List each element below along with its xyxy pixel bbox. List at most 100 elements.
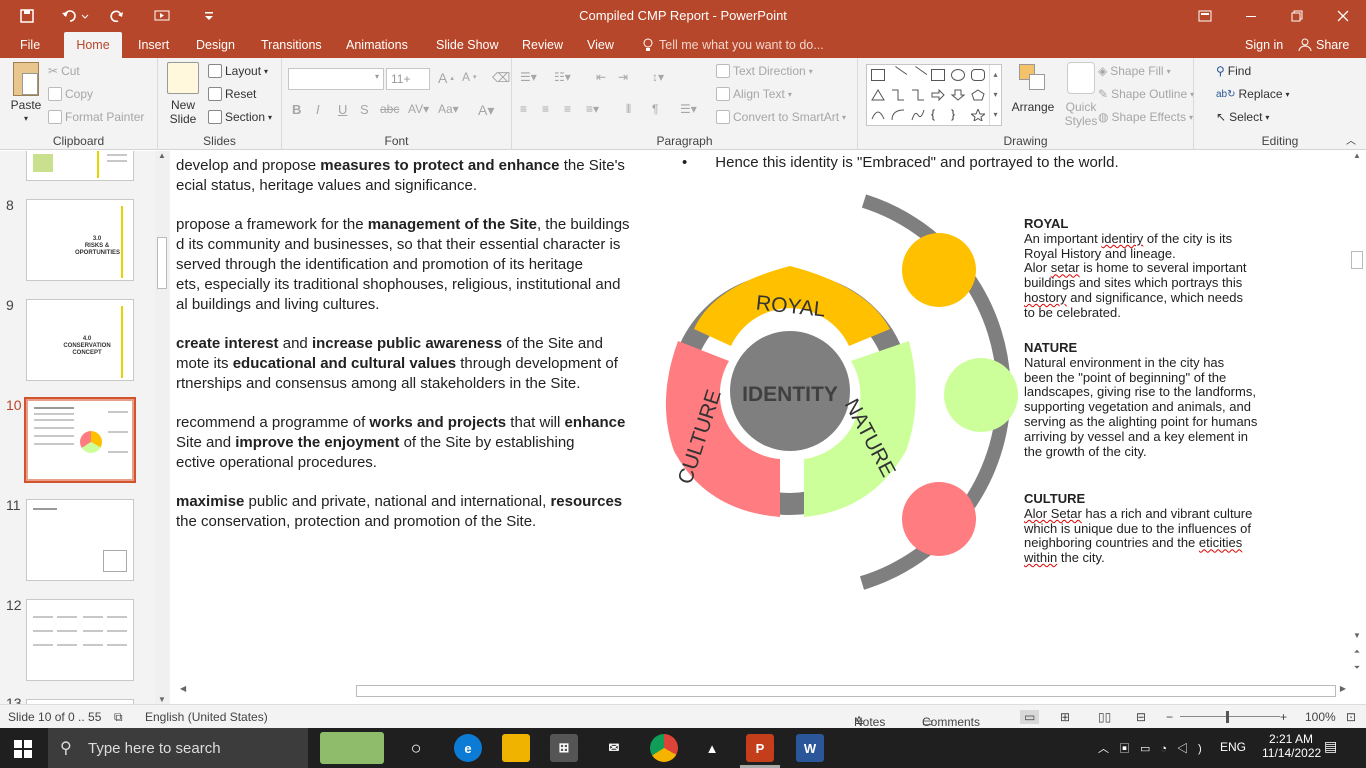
oval-shape-icon[interactable] bbox=[951, 69, 965, 81]
slide-thumbnail-9[interactable]: 4.0 CONSERVATION CONCEPT bbox=[26, 299, 134, 381]
zoom-slider-thumb[interactable] bbox=[1226, 711, 1229, 723]
tell-me-box[interactable]: Tell me what you want to do... bbox=[642, 32, 824, 58]
rtl-icon[interactable]: ¶ bbox=[652, 102, 658, 116]
input-language[interactable]: ENG bbox=[1220, 740, 1246, 754]
share-button[interactable]: Share bbox=[1298, 32, 1349, 58]
replace-button[interactable]: ab↻ Replace ▾ bbox=[1216, 87, 1290, 101]
clear-formatting-icon[interactable]: ⌫ bbox=[492, 70, 510, 86]
elbow-arrow-icon[interactable] bbox=[911, 89, 925, 101]
shape-outline-button[interactable]: ✎ Shape Outline ▾ bbox=[1098, 87, 1194, 101]
clock[interactable]: 2:21 AM 11/14/2022 bbox=[1262, 732, 1321, 760]
arrow-shape-icon[interactable] bbox=[908, 66, 928, 84]
slide-horizontal-scrollbar[interactable]: ◀ ▶ bbox=[176, 684, 1348, 698]
font-color-icon[interactable]: A▾ bbox=[478, 102, 494, 119]
thumbnail-scrollbar[interactable]: ▲ ▼ bbox=[155, 151, 169, 704]
increase-font-icon[interactable]: A ▴ bbox=[438, 70, 454, 86]
scroll-thumb[interactable] bbox=[356, 685, 1336, 697]
strikethrough-icon[interactable]: abc bbox=[380, 102, 399, 116]
next-slide-icon[interactable]: ⏷ bbox=[1350, 663, 1364, 673]
format-painter-button[interactable]: Format Painter bbox=[48, 110, 144, 124]
arrange-button[interactable]: Arrange bbox=[1010, 62, 1056, 114]
spell-check-icon[interactable]: ⧉ bbox=[114, 710, 123, 725]
shape-effects-button[interactable]: ◍ Shape Effects ▾ bbox=[1098, 110, 1193, 124]
triangle-shape-icon[interactable] bbox=[871, 89, 885, 101]
rounded-rectangle-shape-icon[interactable] bbox=[971, 69, 985, 81]
scroll-right-icon[interactable]: ▶ bbox=[1340, 684, 1346, 693]
italic-icon[interactable]: I bbox=[316, 102, 320, 117]
tab-view[interactable]: View bbox=[577, 32, 624, 58]
textbox-shape-icon[interactable] bbox=[871, 69, 885, 81]
brace-right-icon[interactable]: } bbox=[951, 108, 965, 121]
star-shape-icon[interactable] bbox=[969, 107, 987, 123]
columns-dropdown-icon[interactable]: ☰▾ bbox=[680, 102, 697, 116]
line-shape-icon[interactable] bbox=[888, 66, 908, 84]
font-name-box[interactable]: ▾ bbox=[288, 68, 384, 90]
slide-thumbnail-12[interactable] bbox=[26, 599, 134, 681]
photos-icon[interactable]: ▲ bbox=[698, 734, 726, 762]
align-right-icon[interactable]: ≡ bbox=[564, 102, 571, 116]
underline-icon[interactable]: U bbox=[338, 102, 347, 117]
scroll-down-icon[interactable]: ▼ bbox=[1350, 631, 1364, 640]
convert-smartart-button[interactable]: Convert to SmartArt ▾ bbox=[716, 110, 846, 124]
objectives-textbox[interactable]: develop and propose measures to protect … bbox=[176, 156, 656, 551]
decrease-font-icon[interactable]: A ▾ bbox=[462, 70, 477, 84]
select-button[interactable]: ↖ Select ▾ bbox=[1216, 110, 1269, 124]
system-tray-icons[interactable]: ︿▣▭◔◁) bbox=[1098, 740, 1212, 756]
line-spacing-icon[interactable]: ↕▾ bbox=[652, 70, 664, 84]
bullets-icon[interactable]: ☰▾ bbox=[520, 70, 537, 84]
new-slide-button[interactable]: New Slide bbox=[164, 62, 202, 126]
language-status[interactable]: English (United States) bbox=[145, 710, 268, 724]
taskbar-search[interactable]: ⚲ Type here to search bbox=[48, 728, 384, 768]
restore-button[interactable] bbox=[1274, 0, 1320, 32]
change-case-icon[interactable]: Aa▾ bbox=[438, 102, 459, 116]
edge-icon[interactable]: e bbox=[454, 734, 482, 762]
slide-canvas[interactable]: develop and propose measures to protect … bbox=[176, 151, 1337, 684]
mail-icon[interactable]: ✉ bbox=[600, 734, 628, 762]
sign-in-link[interactable]: Sign in bbox=[1245, 32, 1283, 58]
previous-slide-icon[interactable]: ⏶ bbox=[1350, 647, 1364, 657]
increase-indent-icon[interactable]: ⇥ bbox=[618, 70, 628, 84]
identity-diagram[interactable]: IDENTITY ROYAL NATURE CULTURE bbox=[656, 191, 1026, 601]
ribbon-display-options-icon[interactable] bbox=[1182, 0, 1228, 32]
reading-view-icon[interactable]: ▯▯ bbox=[1098, 710, 1111, 724]
text-direction-button[interactable]: Text Direction ▾ bbox=[716, 64, 813, 78]
curve-shape-icon[interactable] bbox=[871, 109, 885, 121]
scroll-up-icon[interactable]: ▲ bbox=[1350, 151, 1364, 160]
tab-insert[interactable]: Insert bbox=[128, 32, 179, 58]
right-arrow-shape-icon[interactable] bbox=[931, 88, 945, 102]
down-arrow-shape-icon[interactable] bbox=[950, 89, 966, 101]
numbering-icon[interactable]: ☷▾ bbox=[554, 70, 571, 84]
align-left-icon[interactable]: ≡ bbox=[520, 102, 527, 116]
tab-review[interactable]: Review bbox=[512, 32, 573, 58]
zoom-level[interactable]: 100% bbox=[1305, 710, 1336, 724]
layout-button[interactable]: Layout ▾ bbox=[208, 64, 268, 78]
scroll-up-icon[interactable]: ▲ bbox=[155, 151, 169, 160]
justify-icon[interactable]: ≡▾ bbox=[586, 102, 599, 116]
file-explorer-icon[interactable] bbox=[502, 734, 530, 762]
tab-file[interactable]: File bbox=[10, 32, 50, 58]
section-button[interactable]: Section ▾ bbox=[208, 110, 272, 124]
tab-animations[interactable]: Animations bbox=[336, 32, 418, 58]
scroll-thumb[interactable] bbox=[157, 237, 167, 289]
elbow-connector-icon[interactable] bbox=[891, 89, 905, 101]
tab-slide-show[interactable]: Slide Show bbox=[426, 32, 509, 58]
columns-icon[interactable]: ⫴ bbox=[626, 102, 631, 117]
word-icon[interactable]: W bbox=[796, 734, 824, 762]
character-spacing-icon[interactable]: AV▾ bbox=[408, 102, 429, 116]
tab-transitions[interactable]: Transitions bbox=[251, 32, 332, 58]
rectangle-shape-icon[interactable] bbox=[931, 69, 945, 81]
slide-thumbnail-11[interactable] bbox=[26, 499, 134, 581]
collapse-ribbon-icon[interactable]: ︿ bbox=[1346, 132, 1356, 147]
arc-shape-icon[interactable] bbox=[891, 109, 905, 121]
shadow-icon[interactable]: S bbox=[360, 102, 369, 117]
paste-button[interactable]: Paste ▾ bbox=[6, 62, 46, 126]
zoom-out-icon[interactable]: − bbox=[1166, 710, 1173, 724]
normal-view-icon[interactable]: ▭ bbox=[1020, 710, 1040, 724]
zoom-in-icon[interactable]: + bbox=[1280, 710, 1287, 724]
slide-sorter-icon[interactable]: ⊞ bbox=[1060, 710, 1070, 724]
notification-icon[interactable]: ▤ bbox=[1324, 738, 1337, 755]
culture-description[interactable]: CULTURE Alor Setar has a rich and vibran… bbox=[1024, 491, 1294, 566]
copy-button[interactable]: Copy bbox=[48, 87, 93, 101]
scroll-down-icon[interactable]: ▼ bbox=[155, 695, 169, 704]
cut-button[interactable]: ✂ Cut bbox=[48, 64, 80, 78]
